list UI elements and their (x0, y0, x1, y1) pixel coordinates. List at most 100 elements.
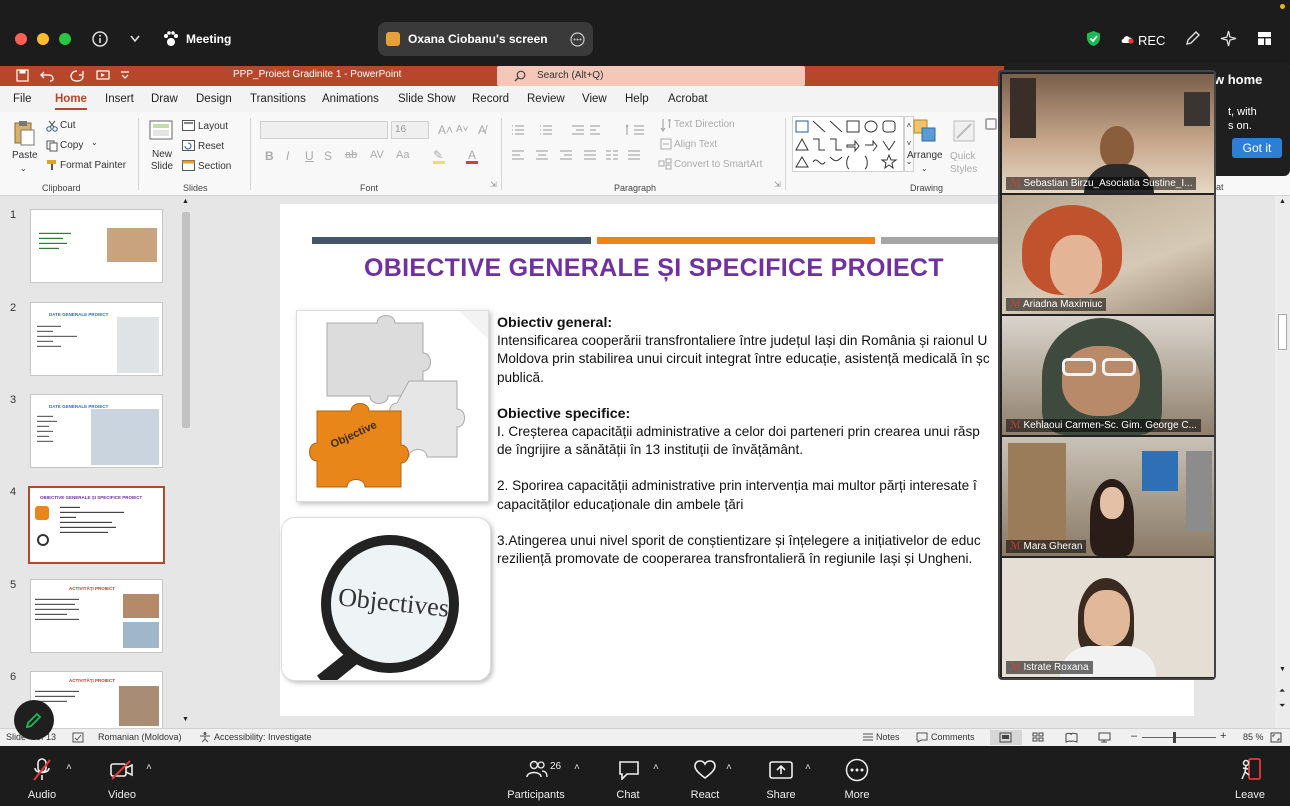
list-controls-icon[interactable] (510, 124, 600, 136)
video-options-chevron-icon[interactable]: ˄ (146, 762, 152, 773)
char-spacing-icon[interactable]: AV (370, 149, 384, 161)
line-spacing-icon[interactable] (626, 124, 652, 136)
rec-label[interactable]: REC (1138, 33, 1165, 48)
text-direction-icon[interactable] (660, 118, 672, 132)
copy-chevron-icon[interactable]: ⌄ (91, 138, 98, 147)
copy-icon[interactable] (46, 140, 58, 152)
reading-view-icon[interactable] (1065, 732, 1078, 743)
meeting-title[interactable]: Meeting (186, 32, 231, 46)
scroll-down-arrow-icon[interactable]: ▼ (182, 716, 189, 723)
annotate-fab[interactable] (14, 700, 54, 740)
bold-icon[interactable]: B (265, 149, 274, 163)
participants-options-chevron-icon[interactable]: ˄ (574, 762, 580, 773)
quick-styles-label[interactable]: Quick Styles (950, 150, 982, 176)
tab-file[interactable]: File (13, 93, 32, 105)
audio-button[interactable]: Audio (10, 756, 74, 802)
tab-view[interactable]: View (582, 93, 607, 105)
participants-button[interactable]: 26 Participants (504, 756, 568, 802)
tab-acrobat[interactable]: Acrobat (668, 93, 708, 105)
slide-thumb-1[interactable]: ▬▬▬▬▬▬▬▬ ▬▬▬▬▬▬ ▬▬▬▬▬▬▬ ▬▬▬▬▬ (30, 209, 163, 283)
convert-smartart-label[interactable]: Convert to SmartArt (674, 159, 762, 170)
tab-help[interactable]: Help (625, 93, 649, 105)
tab-animations[interactable]: Animations (322, 93, 379, 105)
notes-button[interactable]: Notes (876, 732, 900, 742)
font-color-icon[interactable]: A (468, 148, 476, 162)
font-size-combo[interactable]: 16 (391, 121, 429, 139)
zoom-level[interactable]: 85 % (1243, 732, 1264, 742)
paste-label[interactable]: Paste (12, 150, 38, 161)
copy-label[interactable]: Copy (60, 140, 83, 151)
format-painter-label[interactable]: Format Painter (60, 160, 126, 171)
next-slide-icon[interactable]: ⏷ (1279, 701, 1285, 711)
strikethrough-icon[interactable]: ab (345, 149, 357, 161)
arrange-icon[interactable] (912, 118, 938, 144)
reset-label[interactable]: Reset (198, 141, 224, 152)
slideshow-view-icon[interactable] (1098, 732, 1111, 743)
reset-icon[interactable] (182, 140, 195, 151)
arrange-chevron-icon[interactable]: ⌄ (921, 164, 928, 173)
shadow-icon[interactable]: S (324, 149, 332, 163)
tab-draw[interactable]: Draw (151, 93, 178, 105)
paste-chevron-icon[interactable]: ⌄ (20, 164, 27, 173)
font-name-combo[interactable] (260, 121, 388, 139)
language-status[interactable]: Romanian (Moldova) (98, 732, 182, 742)
more-button[interactable]: More (825, 756, 889, 802)
undo-icon[interactable] (40, 69, 54, 82)
tab-transitions[interactable]: Transitions (250, 93, 306, 105)
pencil-icon[interactable] (1185, 30, 1201, 46)
thumbs-scroll-thumb[interactable] (182, 212, 190, 428)
slide-sorter-icon[interactable] (1032, 732, 1045, 743)
comments-icon[interactable] (916, 732, 928, 743)
font-dialog-launcher-icon[interactable]: ⇲ (490, 180, 497, 189)
thumbs-scrollbar[interactable]: ▲ ▼ (180, 196, 192, 728)
tab-slide-show[interactable]: Slide Show (398, 93, 456, 105)
notes-icon[interactable] (862, 732, 874, 743)
video-tile[interactable]: ℳ Mara Gheran (1002, 437, 1214, 556)
security-shield-icon[interactable] (1086, 30, 1101, 47)
got-it-button[interactable]: Got it (1232, 138, 1282, 158)
columns-icon[interactable] (604, 150, 644, 162)
change-case-icon[interactable]: Aa (396, 149, 409, 161)
chat-button[interactable]: Chat (596, 756, 660, 802)
tab-insert[interactable]: Insert (105, 93, 134, 105)
shape-fill-icon[interactable] (985, 118, 997, 130)
scroll-up-arrow-icon[interactable]: ▲ (182, 198, 189, 205)
clear-format-icon[interactable]: A̸ (478, 123, 486, 137)
ai-sparkle-icon[interactable] (1220, 30, 1237, 47)
react-options-chevron-icon[interactable]: ˄ (726, 762, 732, 773)
view-grid-icon[interactable] (1257, 31, 1272, 46)
chevron-down-icon[interactable] (130, 35, 140, 43)
tab-home[interactable]: Home (55, 93, 87, 105)
more-options-icon[interactable] (570, 32, 585, 47)
zoom-out-icon[interactable]: – (1131, 730, 1137, 742)
paragraph-dialog-launcher-icon[interactable]: ⇲ (774, 180, 781, 189)
highlight-icon[interactable]: ✎ (433, 148, 443, 162)
comments-button[interactable]: Comments (931, 732, 975, 742)
section-icon[interactable] (182, 160, 195, 171)
previous-slide-icon[interactable]: ⏶ (1279, 686, 1285, 696)
text-direction-label[interactable]: Text Direction (674, 119, 735, 130)
magnifier-image[interactable]: Objectives (281, 517, 491, 681)
arrange-label[interactable]: Arrange (907, 150, 943, 161)
search-box[interactable]: Search (Alt+Q) (497, 66, 805, 86)
share-options-chevron-icon[interactable]: ˄ (805, 762, 811, 773)
quick-styles-icon[interactable] (951, 118, 977, 144)
align-text-icon[interactable] (660, 138, 672, 150)
paste-icon[interactable] (12, 120, 36, 146)
spelling-check-icon[interactable] (72, 732, 84, 743)
scroll-down-arrow-icon[interactable]: ▼ (1279, 666, 1286, 673)
alignment-icons[interactable] (510, 150, 600, 162)
chat-options-chevron-icon[interactable]: ˄ (653, 762, 659, 773)
zoom-in-icon[interactable]: + (1220, 730, 1226, 742)
slide-thumb-3[interactable]: DATE GENERALE PROIECT ▬▬▬▬ ▬▬▬▬▬ ▬▬▬ ▬▬▬▬ ▬▬… (30, 394, 163, 468)
leave-button[interactable]: Leave (1218, 756, 1282, 802)
cut-label[interactable]: Cut (60, 120, 76, 131)
scroll-up-arrow-icon[interactable]: ▲ (1279, 198, 1286, 205)
share-button[interactable]: Share (749, 756, 813, 802)
info-icon[interactable] (92, 31, 108, 47)
zoom-slider-thumb[interactable] (1173, 732, 1176, 743)
slide-thumb-2[interactable]: DATE GENERALE PROIECT ▬▬▬▬▬▬ ▬▬▬▬ ▬▬▬▬▬▬▬▬… (30, 302, 163, 376)
new-slide-label[interactable]: New Slide (150, 149, 174, 173)
start-slideshow-icon[interactable] (96, 69, 110, 82)
normal-view-icon[interactable] (999, 732, 1012, 743)
